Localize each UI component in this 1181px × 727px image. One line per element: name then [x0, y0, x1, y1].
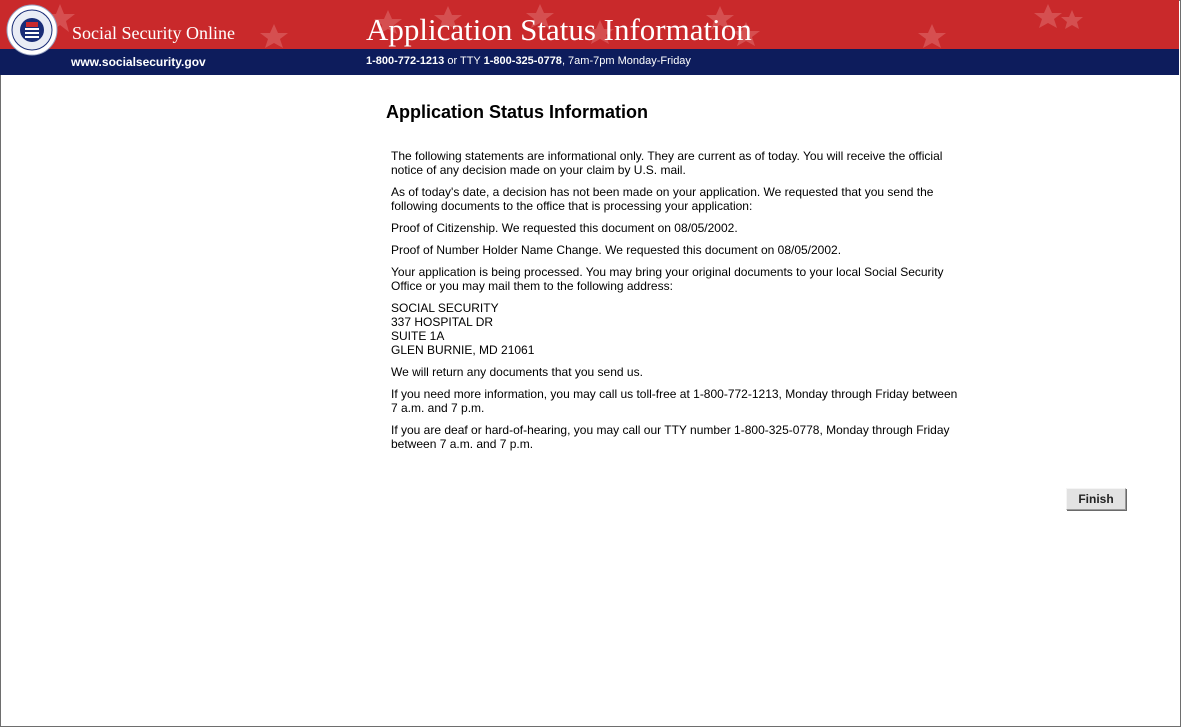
tty-number: 1-800-325-0778 [483, 55, 562, 67]
info-paragraph: The following statements are information… [391, 149, 943, 177]
return-documents-paragraph: We will return any documents that you se… [391, 365, 643, 379]
ssa-seal-icon[interactable] [6, 4, 58, 56]
status-body: The following statements are information… [391, 149, 966, 451]
decision-paragraph: As of today's date, a decision has not b… [391, 185, 934, 213]
contact-info: 1-800-772-1213 or TTY 1-800-325-0778, 7a… [366, 55, 691, 67]
processing-paragraph: Your application is being processed. You… [391, 265, 944, 293]
address-line: SUITE 1A [391, 329, 445, 343]
page-title: Application Status Information [386, 102, 649, 122]
address-line: GLEN BURNIE, MD 21061 [391, 343, 535, 357]
header-banner: Social Security Online Application Statu… [0, 0, 1179, 49]
phone-number: 1-800-772-1213 [366, 55, 445, 67]
or-tty-text: or TTY [447, 55, 481, 67]
document-request-name-change: Proof of Number Holder Name Change. We r… [391, 243, 842, 257]
more-info-paragraph: If you need more information, you may ca… [391, 387, 958, 415]
hours-text: , 7am-7pm Monday-Friday [561, 55, 691, 67]
main-content: Application Status Information The follo… [386, 102, 966, 459]
site-url-link[interactable]: www.socialsecurity.gov [71, 55, 206, 69]
finish-button[interactable]: Finish [1066, 488, 1126, 510]
mailing-address: SOCIAL SECURITY 337 HOSPITAL DR SUITE 1A… [391, 301, 966, 357]
address-line: SOCIAL SECURITY [391, 301, 499, 315]
site-name[interactable]: Social Security Online [72, 23, 235, 44]
document-request-citizenship: Proof of Citizenship. We requested this … [391, 221, 738, 235]
tty-paragraph: If you are deaf or hard-of-hearing, you … [391, 423, 950, 451]
address-line: 337 HOSPITAL DR [391, 315, 494, 329]
contact-bar: www.socialsecurity.gov 1-800-772-1213 or… [0, 49, 1179, 75]
banner-title: Application Status Information [366, 12, 752, 47]
